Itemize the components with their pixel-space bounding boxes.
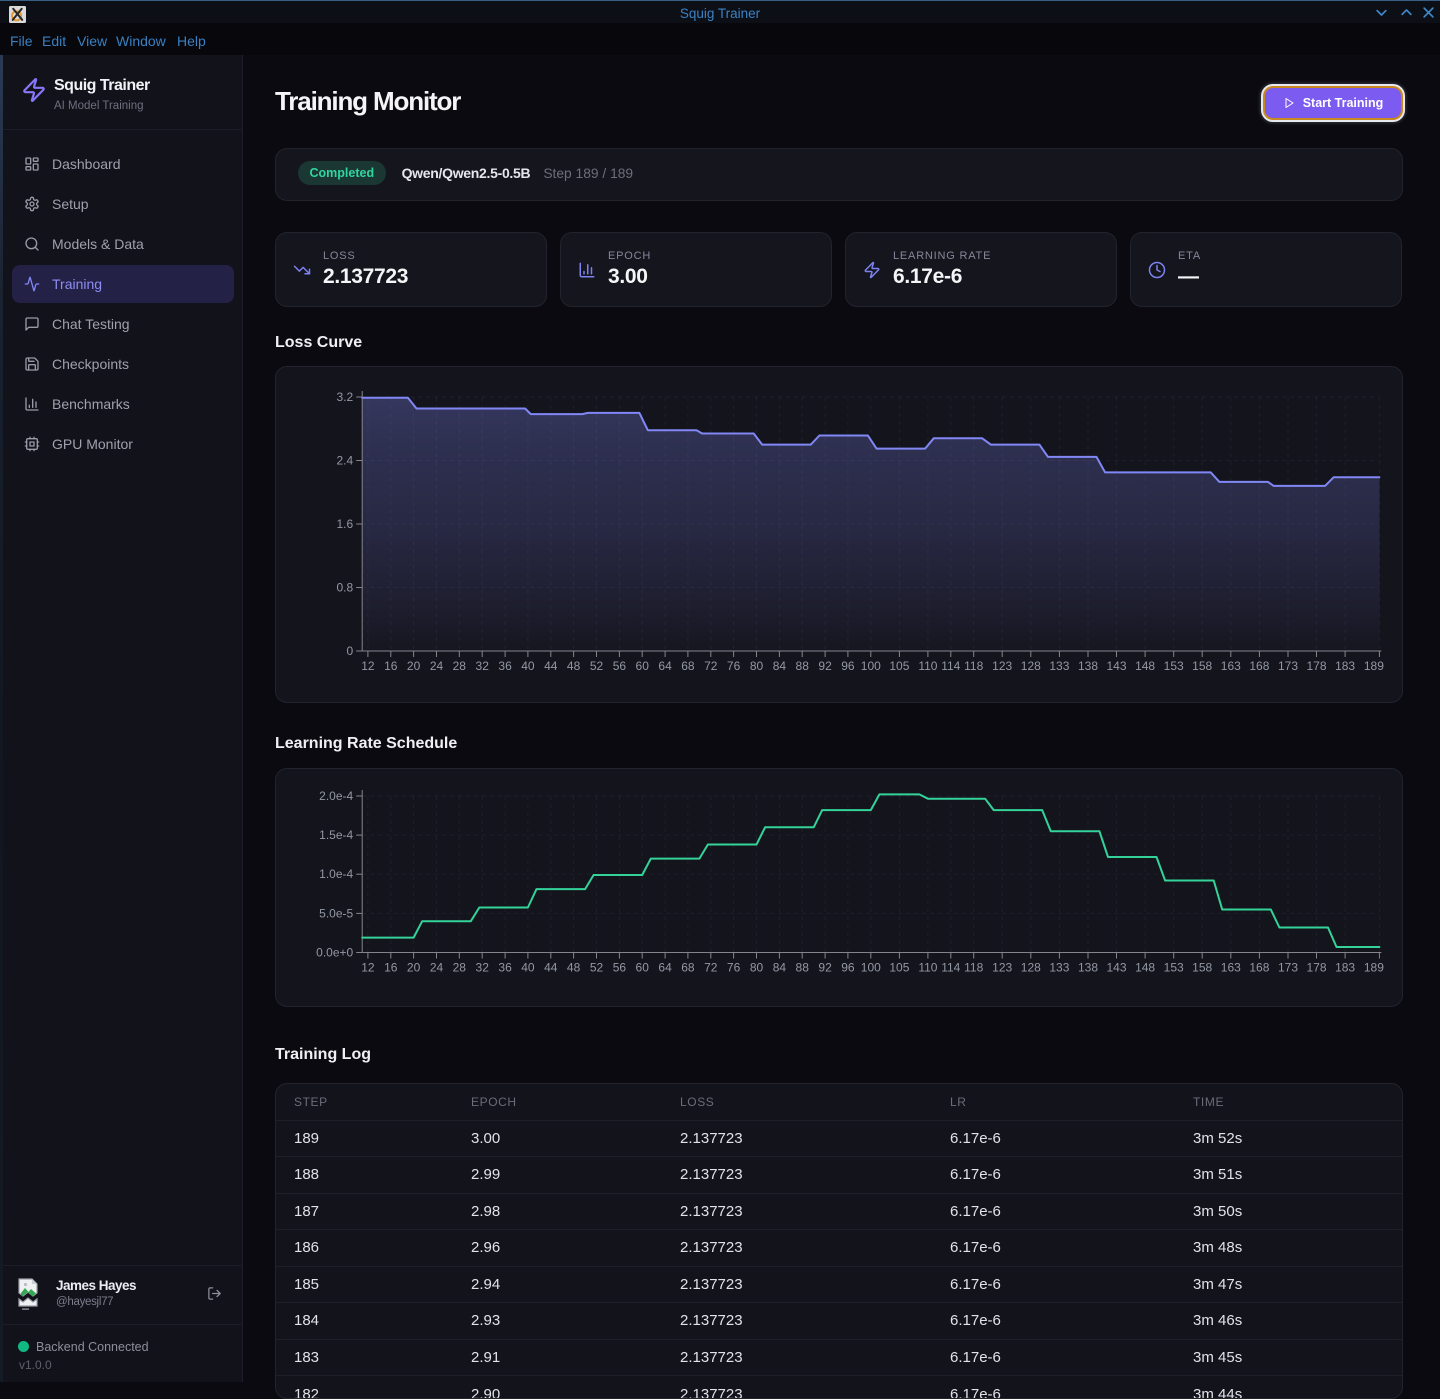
- svg-text:40: 40: [521, 659, 535, 673]
- svg-text:118: 118: [964, 961, 983, 975]
- svg-text:16: 16: [384, 659, 398, 673]
- svg-text:12: 12: [361, 659, 375, 673]
- svg-text:110: 110: [918, 961, 937, 975]
- svg-text:123: 123: [992, 961, 1012, 975]
- svg-text:143: 143: [1106, 961, 1126, 975]
- svg-text:76: 76: [727, 659, 741, 673]
- svg-text:56: 56: [613, 659, 627, 673]
- svg-text:20: 20: [407, 659, 421, 673]
- svg-text:24: 24: [430, 659, 444, 673]
- svg-text:168: 168: [1249, 961, 1269, 975]
- svg-text:100: 100: [861, 659, 881, 673]
- svg-text:68: 68: [681, 961, 695, 975]
- svg-text:178: 178: [1306, 659, 1326, 673]
- svg-text:64: 64: [658, 659, 672, 673]
- svg-text:189: 189: [1364, 659, 1384, 673]
- svg-text:0.0e+0: 0.0e+0: [316, 946, 353, 960]
- svg-text:52: 52: [590, 659, 604, 673]
- svg-text:163: 163: [1221, 659, 1241, 673]
- svg-text:16: 16: [384, 961, 398, 975]
- svg-text:100: 100: [861, 961, 881, 975]
- svg-text:80: 80: [750, 961, 764, 975]
- svg-text:173: 173: [1278, 961, 1298, 975]
- svg-text:143: 143: [1106, 659, 1126, 673]
- svg-text:183: 183: [1335, 659, 1355, 673]
- svg-text:158: 158: [1192, 961, 1212, 975]
- svg-text:64: 64: [658, 961, 672, 975]
- svg-text:133: 133: [1049, 659, 1069, 673]
- svg-text:88: 88: [796, 961, 810, 975]
- svg-text:24: 24: [430, 961, 444, 975]
- svg-text:40: 40: [521, 961, 535, 975]
- svg-text:3.2: 3.2: [337, 390, 354, 404]
- svg-text:158: 158: [1192, 659, 1212, 673]
- svg-text:1.6: 1.6: [337, 517, 354, 531]
- svg-text:92: 92: [818, 659, 832, 673]
- svg-text:183: 183: [1335, 961, 1355, 975]
- svg-text:72: 72: [704, 961, 718, 975]
- svg-text:163: 163: [1221, 961, 1241, 975]
- svg-text:56: 56: [613, 961, 627, 975]
- svg-text:178: 178: [1306, 961, 1326, 975]
- svg-text:133: 133: [1049, 961, 1069, 975]
- svg-text:96: 96: [841, 659, 855, 673]
- svg-text:1.0e-4: 1.0e-4: [319, 867, 353, 881]
- svg-text:44: 44: [544, 659, 558, 673]
- svg-text:76: 76: [727, 961, 741, 975]
- svg-text:118: 118: [964, 659, 983, 673]
- svg-text:68: 68: [681, 659, 695, 673]
- svg-text:110: 110: [918, 659, 937, 673]
- svg-text:12: 12: [361, 961, 375, 975]
- svg-text:123: 123: [992, 659, 1012, 673]
- svg-text:114: 114: [941, 961, 960, 975]
- svg-text:36: 36: [498, 659, 512, 673]
- svg-text:48: 48: [567, 961, 581, 975]
- svg-text:28: 28: [453, 961, 467, 975]
- svg-text:80: 80: [750, 659, 764, 673]
- svg-text:96: 96: [841, 961, 855, 975]
- svg-text:20: 20: [407, 961, 421, 975]
- svg-text:60: 60: [636, 659, 650, 673]
- svg-text:105: 105: [889, 961, 909, 975]
- svg-text:0.8: 0.8: [337, 581, 354, 595]
- svg-text:105: 105: [889, 659, 909, 673]
- svg-text:1.5e-4: 1.5e-4: [319, 828, 353, 842]
- svg-text:189: 189: [1364, 961, 1384, 975]
- svg-text:114: 114: [941, 659, 960, 673]
- svg-text:0: 0: [347, 644, 354, 658]
- svg-text:84: 84: [773, 961, 787, 975]
- svg-text:173: 173: [1278, 659, 1298, 673]
- svg-text:2.0e-4: 2.0e-4: [319, 789, 353, 803]
- svg-text:88: 88: [796, 659, 810, 673]
- svg-text:44: 44: [544, 961, 558, 975]
- svg-text:153: 153: [1164, 961, 1184, 975]
- svg-text:52: 52: [590, 961, 604, 975]
- svg-text:92: 92: [818, 961, 832, 975]
- svg-text:28: 28: [453, 659, 467, 673]
- svg-text:168: 168: [1249, 659, 1269, 673]
- svg-text:60: 60: [636, 961, 650, 975]
- svg-text:5.0e-5: 5.0e-5: [319, 906, 353, 920]
- svg-text:2.4: 2.4: [337, 454, 354, 468]
- svg-text:84: 84: [773, 659, 787, 673]
- svg-text:148: 148: [1135, 961, 1155, 975]
- svg-text:148: 148: [1135, 659, 1155, 673]
- svg-text:36: 36: [498, 961, 512, 975]
- svg-text:32: 32: [476, 961, 490, 975]
- svg-text:153: 153: [1164, 659, 1184, 673]
- svg-text:128: 128: [1021, 659, 1041, 673]
- svg-text:72: 72: [704, 659, 718, 673]
- svg-text:32: 32: [476, 659, 490, 673]
- svg-text:138: 138: [1078, 659, 1098, 673]
- svg-text:48: 48: [567, 659, 581, 673]
- svg-text:138: 138: [1078, 961, 1098, 975]
- svg-text:128: 128: [1021, 961, 1041, 975]
